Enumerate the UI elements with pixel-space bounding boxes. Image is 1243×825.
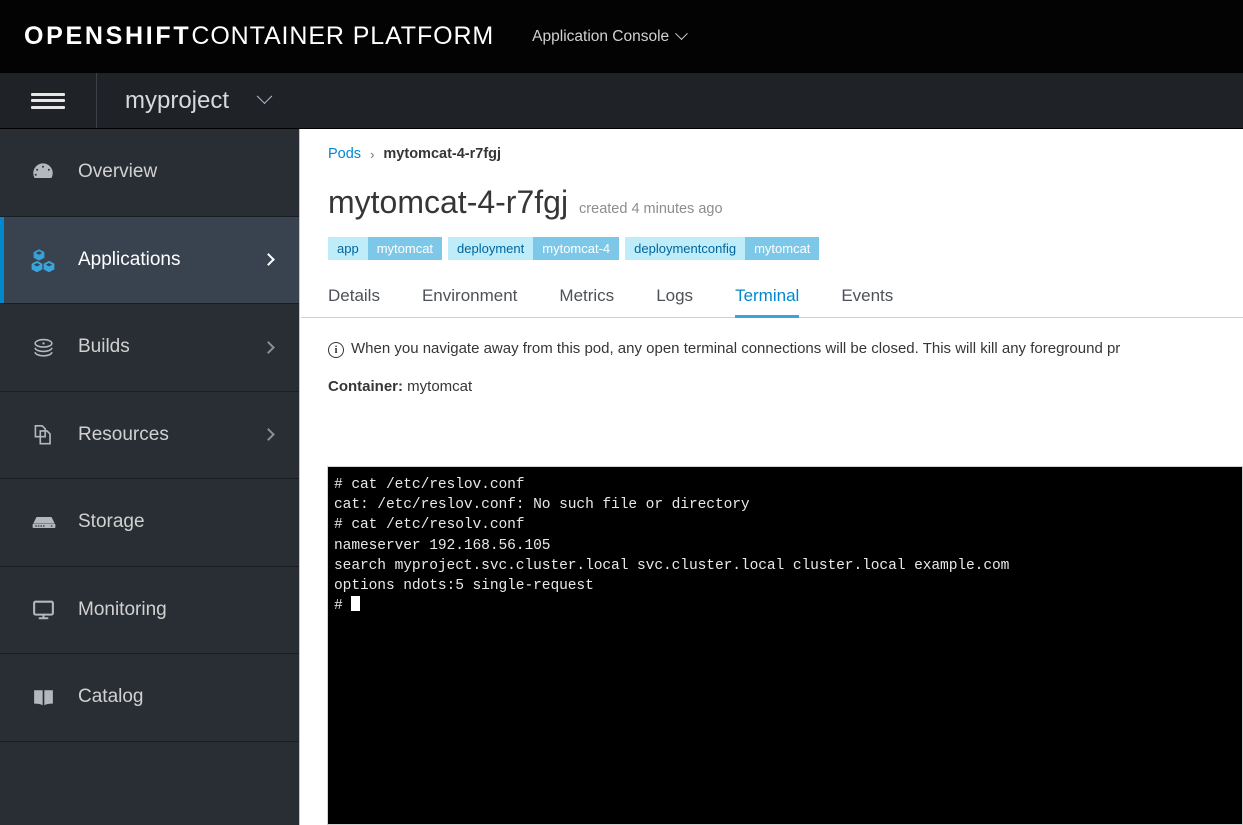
console-selector[interactable]: Application Console xyxy=(532,27,689,46)
hamburger-bar xyxy=(31,99,65,102)
hamburger-icon[interactable] xyxy=(0,73,97,128)
chevron-right-icon xyxy=(262,428,275,442)
sidebar-item-label: Overview xyxy=(78,161,158,183)
files-icon xyxy=(30,422,70,448)
terminal-line: nameserver 192.168.56.105 xyxy=(334,537,551,554)
terminal-warning-alert: i When you navigate away from this pod, … xyxy=(301,318,1243,358)
breadcrumb-current: mytomcat-4-r7fgj xyxy=(383,146,502,162)
terminal-line: options ndots:5 single-request xyxy=(334,578,594,595)
book-icon xyxy=(30,685,70,710)
sidebar-item-label: Monitoring xyxy=(78,598,167,620)
monitor-icon xyxy=(30,597,70,622)
sidebar-item-monitoring[interactable]: Monitoring xyxy=(0,567,299,654)
terminal-line: # cat /etc/reslov.conf xyxy=(334,477,525,493)
sidebar-item-overview[interactable]: Overview xyxy=(0,129,299,217)
terminal-warning-text: When you navigate away from this pod, an… xyxy=(351,340,1121,357)
sidebar-item-label: Catalog xyxy=(78,686,144,708)
openshift-console: OPENSHIFTCONTAINER PLATFORM Application … xyxy=(0,0,1243,825)
label-badge-deployment[interactable]: deployment mytomcat-4 xyxy=(448,237,620,260)
label-key: deployment xyxy=(448,237,534,260)
sidebar-item-label: Applications xyxy=(78,248,181,270)
terminal-prompt: # xyxy=(334,598,343,615)
sidebar-item-catalog[interactable]: Catalog xyxy=(0,654,299,742)
sidebar-item-label: Builds xyxy=(78,336,130,358)
sidebar-item-label: Resources xyxy=(78,423,169,445)
label-value: mytomcat xyxy=(367,237,443,260)
container-label: Container: xyxy=(328,378,403,395)
breadcrumb-separator-icon: › xyxy=(370,146,375,162)
terminal-line: # cat /etc/resolv.conf xyxy=(334,517,525,534)
sidebar-item-label: Storage xyxy=(78,511,145,533)
chevron-down-icon xyxy=(675,27,689,41)
page-header: mytomcat-4-r7fgj created 4 minutes ago xyxy=(301,162,1243,221)
terminal-console[interactable]: # cat /etc/reslov.conf cat: /etc/reslov.… xyxy=(327,466,1243,825)
tab-environment[interactable]: Environment xyxy=(401,286,538,317)
label-badge-deploymentconfig[interactable]: deploymentconfig mytomcat xyxy=(625,237,820,260)
terminal-prompt-line: # xyxy=(334,596,1242,616)
page-title: mytomcat-4-r7fgj xyxy=(328,184,569,220)
console-selector-label: Application Console xyxy=(532,27,670,45)
terminal-cursor xyxy=(350,596,360,612)
chevron-right-icon xyxy=(262,253,275,267)
breadcrumb-link-pods[interactable]: Pods xyxy=(328,146,361,162)
storage-icon xyxy=(30,511,70,533)
label-value: mytomcat-4 xyxy=(533,237,620,260)
sidebar-item-builds[interactable]: Builds xyxy=(0,304,299,392)
container-info: Container: mytomcat xyxy=(301,358,1243,395)
tab-logs[interactable]: Logs xyxy=(635,286,714,317)
openshift-logo[interactable]: OPENSHIFTCONTAINER PLATFORM xyxy=(24,24,494,49)
main-content: Pods › mytomcat-4-r7fgj mytomcat-4-r7fgj… xyxy=(301,129,1243,825)
tab-bar: Details Environment Metrics Logs Termina… xyxy=(301,286,1243,318)
project-name-label: myproject xyxy=(125,86,230,114)
label-value: mytomcat xyxy=(745,237,820,260)
layers-icon xyxy=(30,335,70,360)
dashboard-icon xyxy=(30,159,70,185)
tab-events[interactable]: Events xyxy=(820,286,914,317)
label-list: app mytomcat deployment mytomcat-4 deplo… xyxy=(301,221,1243,260)
label-key: deploymentconfig xyxy=(625,237,746,260)
cubes-icon xyxy=(30,247,70,273)
terminal-line: cat: /etc/reslov.conf: No such file or d… xyxy=(334,497,750,514)
hamburger-bar xyxy=(31,92,65,96)
chevron-down-icon xyxy=(256,88,273,105)
sidebar-filler xyxy=(0,741,299,825)
terminal-line: search myproject.svc.cluster.local svc.c… xyxy=(334,557,1010,574)
label-badge-app[interactable]: app mytomcat xyxy=(328,237,443,260)
masthead: OPENSHIFTCONTAINER PLATFORM Application … xyxy=(0,0,1243,73)
container-name: mytomcat xyxy=(407,378,473,395)
tab-metrics[interactable]: Metrics xyxy=(538,286,635,317)
sidebar-item-resources[interactable]: Resources xyxy=(0,392,299,479)
label-key: app xyxy=(328,237,368,260)
brand-light-text: CONTAINER PLATFORM xyxy=(191,22,495,50)
tab-details[interactable]: Details xyxy=(328,286,401,317)
brand-bold-text: OPENSHIFT xyxy=(24,22,192,50)
chevron-right-icon xyxy=(262,340,275,354)
sidebar-item-applications[interactable]: Applications xyxy=(0,216,299,304)
sidebar-nav: Overview Applications Builds Resources S… xyxy=(0,129,300,825)
info-circle-icon: i xyxy=(328,342,344,358)
hamburger-bar xyxy=(31,105,65,109)
project-bar: myproject xyxy=(0,73,1243,129)
sidebar-item-storage[interactable]: Storage xyxy=(0,479,299,567)
project-selector[interactable]: myproject xyxy=(97,73,300,128)
breadcrumb: Pods › mytomcat-4-r7fgj xyxy=(301,129,1243,162)
tab-terminal[interactable]: Terminal xyxy=(714,286,820,318)
page-subtitle: created 4 minutes ago xyxy=(579,201,723,217)
